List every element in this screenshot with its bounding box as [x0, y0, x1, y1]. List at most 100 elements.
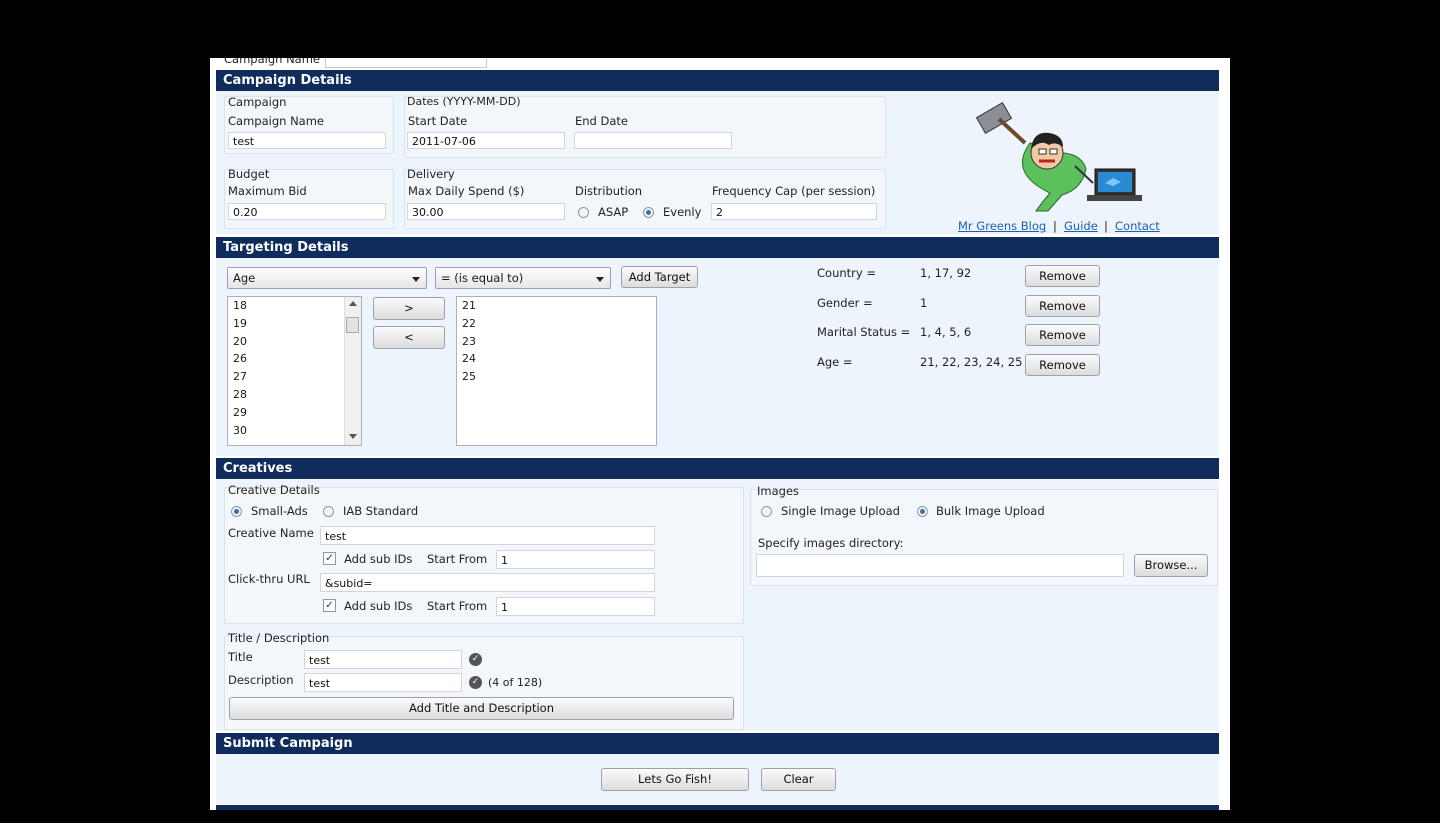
- start-from-input-2[interactable]: 1: [496, 597, 655, 616]
- selected-value-item[interactable]: 23: [457, 333, 656, 351]
- scroll-up-arrow-icon[interactable]: [349, 301, 357, 306]
- available-value-item[interactable]: 20: [228, 333, 361, 351]
- distribution-label: Distribution: [575, 184, 643, 198]
- evenly-label: Evenly: [663, 205, 702, 219]
- add-title-description-button[interactable]: Add Title and Description: [229, 697, 734, 720]
- target-operator-select[interactable]: = (is equal to): [435, 267, 611, 289]
- budget-group-label: Budget: [228, 167, 270, 181]
- max-daily-spend-input[interactable]: 30.00: [407, 203, 565, 220]
- app-window: Campaign Name Campaign Details Campaign …: [210, 58, 1230, 810]
- bulk-image-upload-radio[interactable]: [917, 506, 928, 517]
- start-date-label: Start Date: [408, 114, 468, 128]
- start-from-label-2: Start From: [427, 599, 488, 613]
- lets-go-fish-button[interactable]: Lets Go Fish!: [601, 768, 749, 791]
- available-value-item[interactable]: 29: [228, 404, 361, 422]
- target-attribute-value: Age: [233, 271, 256, 285]
- max-daily-spend-label: Max Daily Spend ($): [408, 184, 525, 198]
- selected-value-item[interactable]: 25: [457, 368, 656, 386]
- asap-radio[interactable]: [578, 207, 589, 218]
- end-date-input[interactable]: [574, 132, 732, 149]
- delivery-group: [404, 169, 886, 229]
- target-rule-values: 1, 17, 92: [920, 266, 972, 280]
- delivery-group-label: Delivery: [407, 167, 455, 181]
- add-sub-ids-checkbox-1[interactable]: ✓: [323, 552, 336, 565]
- frequency-cap-label: Frequency Cap (per session): [712, 184, 876, 198]
- chevron-down-icon: [412, 277, 420, 282]
- submit-campaign-header: Submit Campaign: [216, 733, 1219, 754]
- top-campaign-name-input[interactable]: [325, 58, 487, 68]
- move-right-button[interactable]: >: [373, 297, 445, 320]
- start-from-input-1[interactable]: 1: [496, 550, 655, 569]
- mr-greens-blog-link[interactable]: Mr Greens Blog: [958, 219, 1046, 233]
- bulk-image-upload-label: Bulk Image Upload: [936, 504, 1045, 518]
- remove-rule-button[interactable]: Remove: [1025, 353, 1100, 376]
- images-directory-input[interactable]: [756, 554, 1124, 577]
- browse-button[interactable]: Browse...: [1134, 554, 1208, 577]
- target-rule-values: 21, 22, 23, 24, 25: [920, 354, 1023, 369]
- title-input[interactable]: test: [304, 650, 462, 669]
- scrollbar-thumb[interactable]: [346, 317, 359, 333]
- available-value-item[interactable]: 18: [228, 297, 361, 315]
- clear-button[interactable]: Clear: [761, 768, 836, 791]
- remove-rule-button[interactable]: Remove: [1025, 324, 1100, 346]
- targeting-details-header: Targeting Details: [216, 237, 1219, 258]
- available-values-items: 18 19 20 26 27 28 29 30: [228, 297, 361, 439]
- link-separator-1: |: [1053, 219, 1057, 233]
- creative-name-input[interactable]: test: [320, 526, 655, 545]
- available-value-item[interactable]: 19: [228, 315, 361, 333]
- creative-name-label: Creative Name: [228, 526, 314, 540]
- small-ads-radio[interactable]: [231, 506, 242, 517]
- target-rule-name: Country =: [817, 266, 876, 280]
- target-rule-name: Marital Status =: [817, 325, 911, 339]
- single-image-upload-radio[interactable]: [761, 506, 772, 517]
- campaign-name-label: Campaign Name: [228, 114, 324, 128]
- target-rule-values: 1: [920, 295, 928, 310]
- asap-label: ASAP: [598, 205, 629, 219]
- scroll-down-arrow-icon[interactable]: [349, 434, 357, 439]
- add-target-button[interactable]: Add Target: [621, 266, 698, 288]
- mascot-illustration: [975, 102, 1142, 212]
- guide-link[interactable]: Guide: [1064, 219, 1098, 233]
- selected-values-list[interactable]: 21 22 23 24 25: [456, 296, 657, 446]
- check-circle-icon: ✓: [469, 653, 482, 666]
- end-date-label: End Date: [575, 114, 628, 128]
- selected-value-item[interactable]: 24: [457, 350, 656, 368]
- selected-value-item[interactable]: 22: [457, 315, 656, 333]
- selected-values-items: 21 22 23 24 25: [457, 297, 656, 386]
- description-label: Description: [228, 673, 294, 687]
- add-sub-ids-checkbox-2[interactable]: ✓: [323, 599, 336, 612]
- available-value-item[interactable]: 28: [228, 386, 361, 404]
- click-thru-url-label: Click-thru URL: [228, 572, 310, 586]
- available-values-list[interactable]: 18 19 20 26 27 28 29 30: [227, 296, 362, 446]
- evenly-radio[interactable]: [643, 207, 654, 218]
- remove-rule-button[interactable]: Remove: [1025, 294, 1100, 317]
- check-circle-icon: ✓: [469, 676, 482, 689]
- selected-value-item[interactable]: 21: [457, 297, 656, 315]
- link-separator-2: |: [1104, 219, 1108, 233]
- target-operator-value: = (is equal to): [441, 271, 524, 285]
- max-bid-input[interactable]: 0.20: [228, 203, 386, 220]
- available-value-item[interactable]: 30: [228, 422, 361, 440]
- available-values-scrollbar[interactable]: [344, 297, 361, 445]
- available-value-item[interactable]: 26: [228, 350, 361, 368]
- description-input[interactable]: test: [304, 673, 462, 692]
- campaign-group-label: Campaign: [228, 95, 287, 109]
- click-thru-url-input[interactable]: &subid=: [320, 573, 655, 592]
- chevron-down-icon: [596, 277, 604, 282]
- start-from-label-1: Start From: [427, 552, 488, 566]
- iab-standard-label: IAB Standard: [343, 504, 419, 518]
- available-value-item[interactable]: 27: [228, 368, 361, 386]
- frequency-cap-input[interactable]: 2: [711, 203, 877, 220]
- target-attribute-select[interactable]: Age: [227, 267, 427, 289]
- add-sub-ids-label-1: Add sub IDs: [344, 552, 413, 566]
- start-date-input[interactable]: 2011-07-06: [407, 132, 565, 149]
- images-directory-label: Specify images directory:: [758, 536, 904, 550]
- add-sub-ids-label-2: Add sub IDs: [344, 599, 413, 613]
- contact-link[interactable]: Contact: [1115, 219, 1160, 233]
- top-campaign-name-label: Campaign Name: [224, 58, 320, 66]
- campaign-name-input[interactable]: test: [228, 132, 386, 149]
- single-image-upload-label: Single Image Upload: [781, 504, 900, 518]
- remove-rule-button[interactable]: Remove: [1025, 265, 1100, 287]
- move-left-button[interactable]: <: [373, 326, 445, 349]
- iab-standard-radio[interactable]: [323, 506, 334, 517]
